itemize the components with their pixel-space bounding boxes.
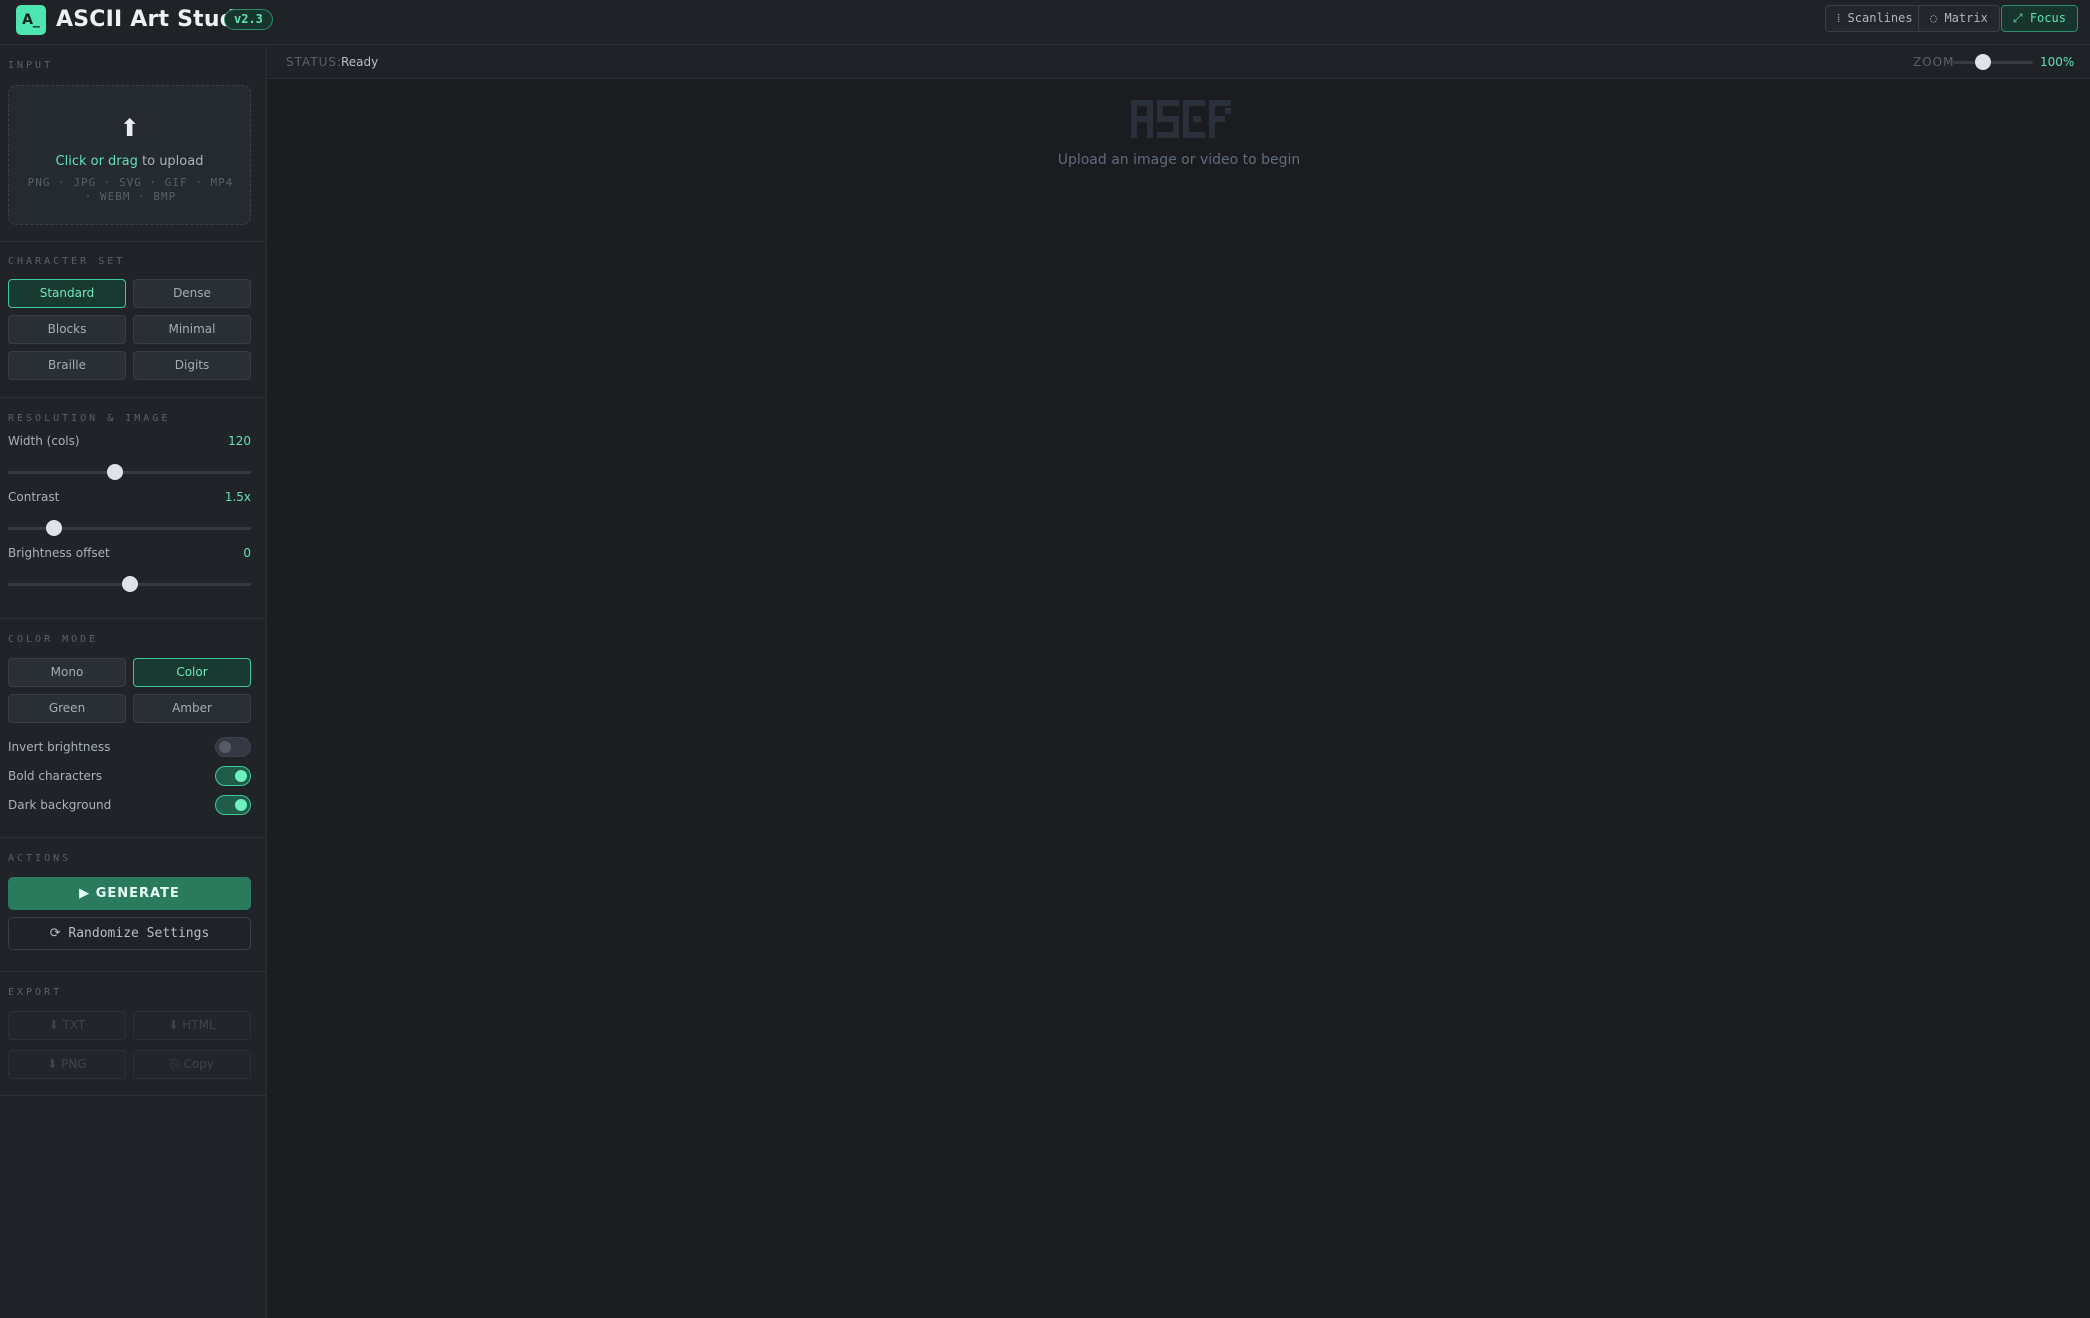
- actions-section-title: ACTIONS: [8, 853, 72, 864]
- scanlines-button[interactable]: ⁞ Scanlines: [1825, 5, 1925, 32]
- contrast-value: 1.5x: [224, 490, 251, 504]
- generate-button[interactable]: ▶ GENERATE: [8, 877, 251, 910]
- export-txt-button[interactable]: ⬇ TXT: [8, 1011, 126, 1040]
- empty-state-message: Upload an image or video to begin: [1057, 152, 1301, 168]
- color-mode-section: COLOR MODE Mono Color Green Amber Invert…: [0, 619, 267, 838]
- brightness-slider[interactable]: [8, 576, 251, 592]
- dark-background-toggle[interactable]: [215, 795, 251, 815]
- charset-minimal-button[interactable]: Minimal: [133, 315, 251, 344]
- input-section-title: INPUT: [8, 60, 54, 71]
- invert-brightness-toggle[interactable]: [215, 737, 251, 757]
- charset-standard-button[interactable]: Standard: [8, 279, 126, 308]
- contrast-slider-thumb[interactable]: [46, 520, 63, 536]
- matrix-button[interactable]: ◌ Matrix: [1918, 5, 2000, 32]
- toggle-knob: [235, 799, 247, 811]
- charset-section: CHARACTER SET Standard Dense Blocks Mini…: [0, 242, 267, 398]
- upload-action-text: Click or drag: [55, 154, 138, 169]
- export-png-button[interactable]: ⬇ PNG: [8, 1050, 126, 1079]
- upload-dropzone[interactable]: ⬆ Click or drag to upload PNG · JPG · SV…: [8, 85, 251, 225]
- contrast-slider[interactable]: [8, 520, 251, 536]
- width-value: 120: [228, 434, 251, 448]
- zoom-label: ZOOM: [1913, 55, 1955, 69]
- toggle-knob: [235, 770, 247, 782]
- app-header: A_ ASCII Art Studio v2.3 ⁞ Scanlines ◌ M…: [0, 0, 2090, 45]
- width-slider[interactable]: [8, 464, 251, 480]
- charset-dense-button[interactable]: Dense: [133, 279, 251, 308]
- app-logo-icon: A_: [16, 5, 46, 35]
- upload-formats: PNG · JPG · SVG · GIF · MP4 · WEBM · BMP: [27, 176, 234, 203]
- status-label: STATUS:: [286, 55, 343, 69]
- upload-instructions: Click or drag to upload: [9, 154, 250, 169]
- invert-brightness-label: Invert brightness: [8, 740, 111, 754]
- charset-braille-button[interactable]: Braille: [8, 351, 126, 380]
- bold-characters-label: Bold characters: [8, 769, 103, 783]
- brightness-value: 0: [243, 546, 251, 560]
- color-mode-section-title: COLOR MODE: [8, 634, 99, 645]
- color-color-button[interactable]: Color: [133, 658, 251, 687]
- charset-blocks-button[interactable]: Blocks: [8, 315, 126, 344]
- status-bar: STATUS: Ready ZOOM 100%: [268, 45, 2090, 79]
- status-value: Ready: [341, 55, 379, 69]
- export-html-button[interactable]: ⬇ HTML: [133, 1011, 251, 1040]
- toggle-knob: [219, 741, 231, 753]
- randomize-settings-button[interactable]: ⟳ Randomize Settings: [8, 917, 251, 950]
- export-section: EXPORT ⬇ TXT ⬇ HTML ⬇ PNG ⎘ Copy: [0, 972, 267, 1096]
- contrast-label: Contrast: [8, 490, 60, 504]
- zoom-slider-thumb[interactable]: [1975, 54, 1992, 70]
- actions-section: ACTIONS ▶ GENERATE ⟳ Randomize Settings: [0, 838, 267, 972]
- charset-section-title: CHARACTER SET: [8, 256, 126, 267]
- width-slider-thumb[interactable]: [106, 464, 123, 480]
- copy-button[interactable]: ⎘ Copy: [133, 1050, 251, 1079]
- color-green-button[interactable]: Green: [8, 694, 126, 723]
- charset-digits-button[interactable]: Digits: [133, 351, 251, 380]
- input-section: INPUT ⬆ Click or drag to upload PNG · JP…: [0, 45, 267, 242]
- color-mono-button[interactable]: Mono: [8, 658, 126, 687]
- focus-button[interactable]: ⤢ Focus: [2001, 5, 2078, 32]
- color-amber-button[interactable]: Amber: [133, 694, 251, 723]
- sidebar: INPUT ⬆ Click or drag to upload PNG · JP…: [0, 45, 267, 1318]
- upload-suffix-text: to upload: [137, 154, 204, 169]
- bold-characters-toggle[interactable]: [215, 766, 251, 786]
- ascii-placeholder-icon: [1131, 100, 1231, 138]
- width-label: Width (cols): [8, 434, 80, 448]
- dark-background-label: Dark background: [8, 798, 112, 812]
- brightness-slider-thumb[interactable]: [121, 576, 138, 592]
- version-badge: v2.3: [224, 9, 273, 30]
- zoom-value: 100%: [2040, 55, 2075, 69]
- upload-arrow-icon: ⬆: [119, 114, 140, 142]
- output-canvas: Upload an image or video to begin: [268, 79, 2090, 1318]
- resolution-section: RESOLUTION & IMAGE Width (cols) 120 Cont…: [0, 398, 267, 619]
- zoom-slider[interactable]: [1953, 54, 2033, 70]
- export-section-title: EXPORT: [8, 987, 63, 998]
- brightness-label: Brightness offset: [8, 546, 110, 560]
- resolution-section-title: RESOLUTION & IMAGE: [8, 413, 171, 424]
